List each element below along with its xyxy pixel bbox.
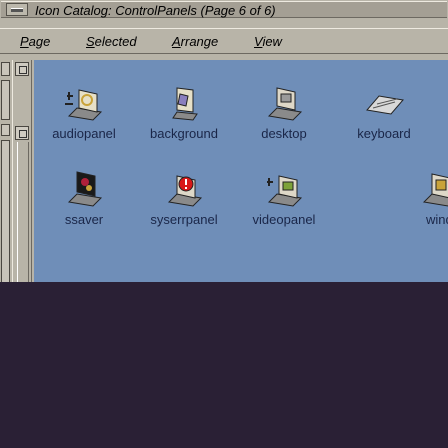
- icon-item-keyboard[interactable]: keyboard: [334, 82, 434, 141]
- page-tool-icon[interactable]: [1, 80, 10, 120]
- icon-item-syserrpanel[interactable]: syserrpanel: [134, 168, 234, 227]
- desktop-background: [0, 282, 448, 448]
- window-menu-button[interactable]: [6, 3, 28, 16]
- background-icon: [163, 82, 205, 122]
- menu-bar: Page Selected Arrange View: [0, 28, 448, 54]
- grid-tool-icon[interactable]: [1, 124, 10, 136]
- menu-arrange[interactable]: Arrange: [172, 34, 218, 49]
- keyboard-icon: [363, 82, 405, 122]
- scroll-thumb[interactable]: [17, 142, 29, 292]
- title-bar[interactable]: Icon Catalog: ControlPanels (Page 6 of 6…: [1, 1, 447, 18]
- vertical-scrollbar[interactable]: [12, 60, 32, 312]
- icon-item-videopanel[interactable]: videopanel: [234, 168, 334, 227]
- window-icon: [418, 168, 448, 208]
- list-tool-icon[interactable]: [1, 140, 10, 290]
- icon-item-audiopanel[interactable]: audiopanel: [34, 82, 134, 141]
- videopanel-icon: [263, 168, 305, 208]
- icon-item-ssaver[interactable]: ssaver: [34, 168, 134, 227]
- scroll-page-icon[interactable]: [15, 126, 29, 140]
- syserrpanel-icon: [163, 168, 205, 208]
- icon-item-background[interactable]: background: [134, 82, 234, 141]
- catalog-tool-icon[interactable]: [1, 62, 10, 76]
- ssaver-icon: [63, 168, 105, 208]
- icon-catalog-window: Icon Catalog: ControlPanels (Page 6 of 6…: [0, 0, 448, 312]
- menu-page[interactable]: Page: [20, 34, 50, 49]
- window-title: Icon Catalog: ControlPanels (Page 6 of 6…: [35, 3, 276, 18]
- icon-canvas: audiopanel background desktop keyboard s…: [34, 60, 448, 282]
- scroll-up-icon[interactable]: [15, 62, 29, 76]
- icon-item-window[interactable]: wind: [334, 168, 448, 227]
- desktop-icon: [263, 82, 305, 122]
- tool-strip: [0, 60, 10, 310]
- menu-selected[interactable]: Selected: [86, 34, 137, 49]
- audiopanel-icon: [63, 82, 105, 122]
- icon-item-desktop[interactable]: desktop: [234, 82, 334, 141]
- menu-view[interactable]: View: [254, 34, 282, 49]
